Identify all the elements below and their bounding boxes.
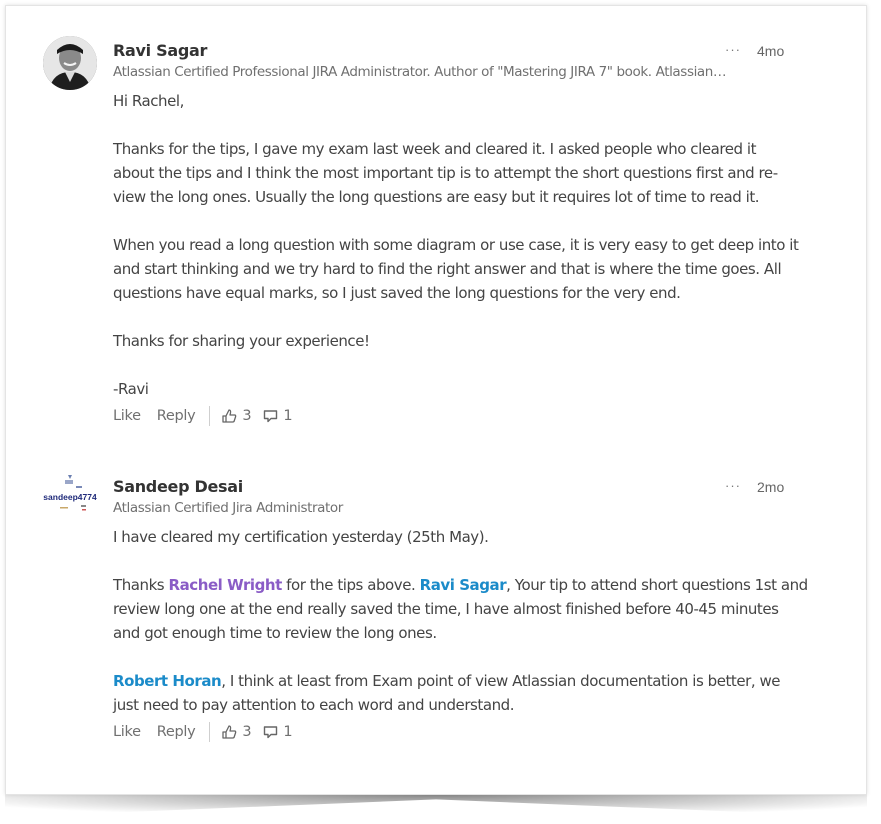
comment-icon [264, 410, 278, 423]
like-button[interactable]: Like [113, 724, 141, 740]
profile-photo-icon [43, 36, 97, 90]
mention-ravi-sagar[interactable]: Ravi Sagar [420, 576, 507, 594]
like-count[interactable]: 3 [222, 408, 252, 424]
body-line: review long one at the end really saved … [113, 600, 779, 618]
comment-body: Hi Rachel, Thanks for the tips, I gave m… [113, 89, 803, 401]
thumbs-up-icon [222, 409, 237, 423]
comment-actions: Like Reply 3 1 [113, 722, 304, 742]
body-line: just need to pay attention to each word … [113, 696, 515, 714]
body-line: Thanks for sharing your experience! [113, 332, 370, 350]
body-line: questions have equal marks, so I just sa… [113, 284, 681, 302]
divider [209, 722, 211, 742]
like-count-value: 3 [242, 724, 252, 740]
body-line: When you read a long question with some … [113, 236, 799, 254]
page-curl-shadow [5, 795, 867, 817]
body-line: and start thinking and we try hard to fi… [113, 260, 782, 278]
body-line: I have cleared my certification yesterda… [113, 528, 489, 546]
author-name[interactable]: Ravi Sagar [113, 41, 207, 60]
divider [209, 406, 211, 426]
author-subtitle: Atlassian Certified Jira Administrator [113, 500, 343, 516]
author-name[interactable]: Sandeep Desai [113, 477, 243, 496]
body-line: Hi Rachel, [113, 92, 184, 110]
mention-rachel-wright[interactable]: Rachel Wright [169, 576, 283, 594]
author-subtitle: Atlassian Certified Professional JIRA Ad… [113, 64, 727, 80]
thumbs-up-icon [222, 725, 237, 739]
reply-count[interactable]: 1 [263, 408, 293, 424]
text: , Your tip to attend short questions 1st… [506, 576, 808, 594]
comment-actions: Like Reply 3 1 [113, 406, 304, 426]
body-line: view the long ones. Usually the long que… [113, 188, 760, 206]
mention-robert-horan[interactable]: Robert Horan [113, 672, 222, 690]
like-count-value: 3 [242, 408, 252, 424]
more-options-icon[interactable]: ··· [725, 42, 741, 57]
more-options-icon[interactable]: ··· [725, 478, 741, 493]
reply-count-value: 1 [283, 724, 293, 740]
reply-button[interactable]: Reply [157, 724, 196, 740]
timestamp[interactable]: 4mo [757, 43, 784, 59]
body-line: and got enough time to review the long o… [113, 624, 437, 642]
text: , I think at least from Exam point of vi… [221, 672, 781, 690]
body-line: Robert Horan, I think at least from Exam… [113, 669, 803, 693]
avatar[interactable] [43, 36, 97, 90]
text: Thanks [113, 576, 169, 594]
body-line: about the tips and I think the most impo… [113, 164, 778, 182]
timestamp[interactable]: 2mo [757, 479, 784, 495]
comment-body: I have cleared my certification yesterda… [113, 525, 808, 717]
comment-card: Ravi Sagar Atlassian Certified Professio… [5, 5, 867, 795]
comment-icon [264, 726, 278, 739]
sandeep-logo-text: sandeep4774 [43, 492, 97, 502]
body-line: -Ravi [113, 380, 149, 398]
reply-count[interactable]: 1 [263, 724, 293, 740]
body-line: Thanks Rachel Wright for the tips above.… [113, 573, 808, 597]
text: for the tips above. [281, 576, 420, 594]
like-count[interactable]: 3 [222, 724, 252, 740]
body-line: Thanks for the tips, I gave my exam last… [113, 140, 757, 158]
like-button[interactable]: Like [113, 408, 141, 424]
sandeep-logo-icon: sandeep4774 [43, 469, 97, 523]
avatar[interactable]: sandeep4774 [43, 469, 97, 523]
reply-button[interactable]: Reply [157, 408, 196, 424]
reply-count-value: 1 [283, 408, 293, 424]
